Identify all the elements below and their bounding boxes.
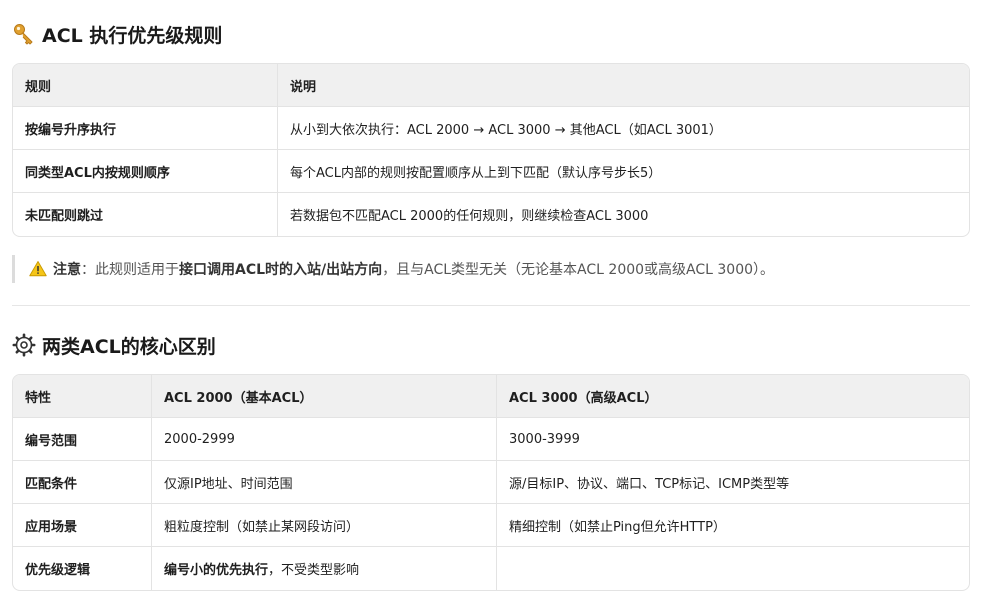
- divider: [12, 305, 970, 306]
- note-text-before: ：此规则适用于: [81, 262, 179, 278]
- basic-cell: 仅源IP地址、时间范围: [152, 461, 497, 504]
- column-header-desc: 说明: [278, 64, 969, 107]
- note-label: 注意: [53, 262, 81, 278]
- basic-cell: 编号小的优先执行，不受类型影响: [152, 547, 497, 590]
- table-row: 同类型ACL内按规则顺序 每个ACL内部的规则按配置顺序从上到下匹配（默认序号步…: [13, 150, 969, 193]
- table-row: 编号范围 2000-2999 3000-3999: [13, 418, 969, 461]
- acl-comparison-table: 特性 ACL 2000（基本ACL） ACL 3000（高级ACL） 编号范围 …: [12, 374, 970, 591]
- section-title-text: 两类ACL的核心区别: [42, 335, 216, 358]
- desc-cell: 每个ACL内部的规则按配置顺序从上到下匹配（默认序号步长5）: [278, 150, 969, 193]
- rule-cell: 按编号升序执行: [13, 107, 278, 150]
- table-row: 应用场景 粗粒度控制（如禁止某网段访问） 精细控制（如禁止Ping但允许HTTP…: [13, 504, 969, 547]
- table-header-row: 特性 ACL 2000（基本ACL） ACL 3000（高级ACL）: [13, 375, 969, 418]
- rule-cell: 未匹配则跳过: [13, 193, 278, 236]
- basic-cell: 2000-2999: [152, 418, 497, 461]
- feature-cell: 编号范围: [13, 418, 152, 461]
- table-header-row: 规则 说明: [13, 64, 969, 107]
- note-bold-text: 接口调用ACL时的入站/出站方向: [179, 262, 383, 278]
- table-row: 按编号升序执行 从小到大依次执行：ACL 2000 → ACL 3000 → 其…: [13, 107, 969, 150]
- section-title-differences: 两类ACL的核心区别: [12, 332, 216, 358]
- basic-cell-bold: 编号小的优先执行: [164, 563, 269, 578]
- note-text-after: ，且与ACL类型无关（无论基本ACL 2000或高级ACL 3000）。: [382, 262, 775, 278]
- column-header-feature: 特性: [13, 375, 152, 418]
- table-row: 优先级逻辑 编号小的优先执行，不受类型影响: [13, 547, 969, 590]
- feature-cell: 优先级逻辑: [13, 547, 152, 590]
- section-title-text: ACL 执行优先级规则: [42, 24, 223, 47]
- advanced-cell: 3000-3999: [497, 418, 969, 461]
- basic-cell: 粗粒度控制（如禁止某网段访问）: [152, 504, 497, 547]
- warning-icon: [29, 261, 47, 277]
- rule-cell: 同类型ACL内按规则顺序: [13, 150, 278, 193]
- desc-cell: 从小到大依次执行：ACL 2000 → ACL 3000 → 其他ACL（如AC…: [278, 107, 969, 150]
- key-icon: [14, 24, 33, 45]
- note-callout: 注意：此规则适用于接口调用ACL时的入站/出站方向，且与ACL类型无关（无论基本…: [12, 255, 774, 283]
- table-row: 未匹配则跳过 若数据包不匹配ACL 2000的任何规则，则继续检查ACL 300…: [13, 193, 969, 236]
- table-row: 匹配条件 仅源IP地址、时间范围 源/目标IP、协议、端口、TCP标记、ICMP…: [13, 461, 969, 504]
- advanced-cell: [497, 547, 969, 590]
- advanced-cell: 精细控制（如禁止Ping但允许HTTP）: [497, 504, 969, 547]
- section-title-priority: ACL 执行优先级规则: [12, 21, 222, 47]
- desc-cell: 若数据包不匹配ACL 2000的任何规则，则继续检查ACL 3000: [290, 209, 649, 224]
- column-header-basic: ACL 2000（基本ACL）: [152, 375, 497, 418]
- feature-cell: 应用场景: [13, 504, 152, 547]
- basic-cell-rest: ，不受类型影响: [268, 563, 360, 578]
- column-header-rule: 规则: [13, 64, 278, 107]
- gear-icon: [12, 333, 36, 357]
- advanced-cell: 源/目标IP、协议、端口、TCP标记、ICMP类型等: [497, 461, 969, 504]
- feature-cell: 匹配条件: [13, 461, 152, 504]
- priority-rules-table: 规则 说明 按编号升序执行 从小到大依次执行：ACL 2000 → ACL 30…: [12, 63, 970, 237]
- column-header-advanced: ACL 3000（高级ACL）: [497, 375, 969, 418]
